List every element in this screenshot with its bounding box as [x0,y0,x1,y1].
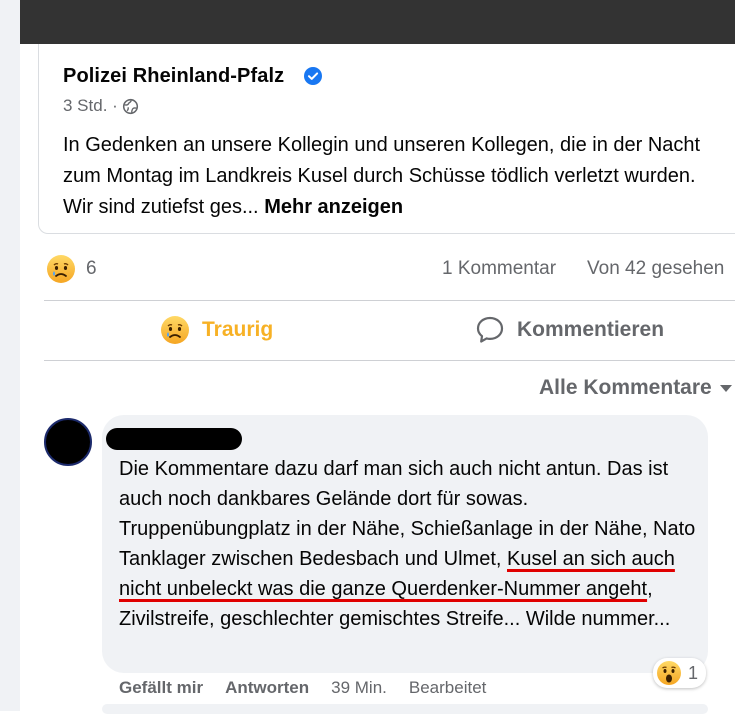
comment-reaction-badge[interactable]: 1 [653,658,707,688]
comment-filter-label: Alle Kommentare [539,376,712,399]
left-gutter [0,0,20,711]
commenter-avatar[interactable] [44,418,92,466]
comment-count-link[interactable]: 1 Kommentar [442,258,556,280]
chevron-down-icon [719,384,732,392]
wow-emoji-icon [657,661,681,685]
sad-reaction-icon[interactable] [46,254,76,284]
post-timestamp[interactable]: 3 Std. · [63,96,118,116]
edited-label[interactable]: Bearbeitet [409,678,487,698]
sad-label: Traurig [202,318,274,341]
divider [44,300,735,301]
comment-reaction-count: 1 [688,662,699,683]
sad-emoji-icon [161,316,189,344]
page-name-link[interactable]: Polizei Rheinland-Pfalz [63,65,284,88]
post-media-bottom-edge [20,0,735,44]
comment-actions: Gefällt mir Antworten 39 Min. Bearbeitet [119,678,486,698]
view-count: Von 42 gesehen [587,258,725,279]
comment-timestamp[interactable]: 39 Min. [331,678,387,698]
post-body: In Gedenken an unsere Kollegin und unser… [63,130,723,223]
divider [44,360,735,361]
sad-reaction-button[interactable]: Traurig [160,315,273,345]
reaction-count[interactable]: 6 [86,258,97,280]
redacted-author-name [106,428,242,450]
comment-filter-dropdown[interactable]: Alle Kommentare [539,376,732,400]
show-more-link[interactable]: Mehr anzeigen [264,196,403,218]
comment-button[interactable]: Kommentieren [475,315,664,345]
comment-label: Kommentieren [517,318,665,341]
like-button[interactable]: Gefällt mir [119,678,203,698]
globe-icon [122,98,138,114]
next-comment-edge [102,704,708,714]
comment-body: Die Kommentare dazu darf man sich auch n… [119,454,699,634]
reply-button[interactable]: Antworten [225,678,309,698]
verified-badge-icon [304,67,322,85]
comment-icon [476,316,504,343]
post-meta: 3 Std. · [63,96,139,116]
